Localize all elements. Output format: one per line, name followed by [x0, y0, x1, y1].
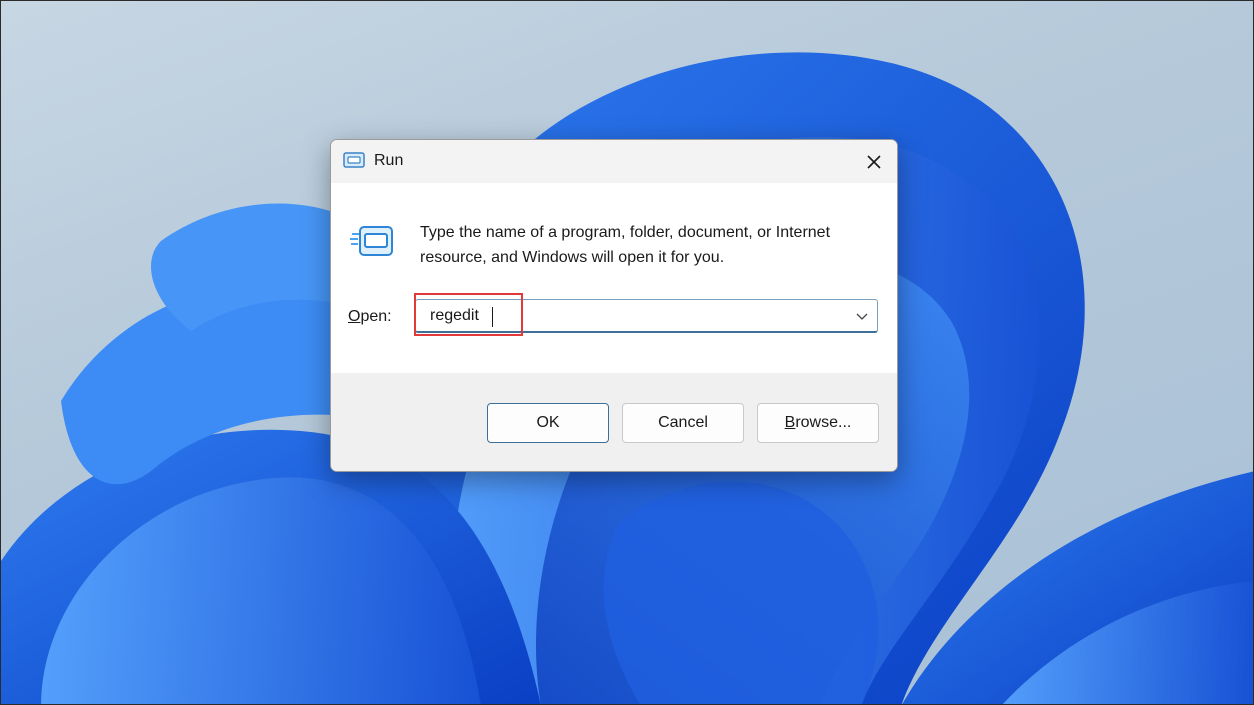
open-combobox[interactable]: [415, 299, 878, 333]
button-bar: OK Cancel Browse...: [331, 373, 897, 471]
cancel-button[interactable]: Cancel: [622, 403, 744, 443]
open-label-mnemonic: O: [348, 308, 361, 325]
run-description: Type the name of a program, folder, docu…: [420, 224, 831, 266]
desktop: Run Type the name of a program, folder, …: [0, 0, 1254, 705]
run-icon: [343, 152, 365, 168]
close-button[interactable]: [851, 140, 897, 183]
open-input[interactable]: [430, 305, 830, 327]
chevron-down-icon[interactable]: [855, 310, 869, 322]
browse-button[interactable]: Browse...: [757, 403, 879, 443]
title-bar[interactable]: Run: [331, 140, 897, 183]
open-label: Open:: [348, 308, 392, 326]
dialog-title: Run: [374, 152, 404, 169]
close-icon: [867, 154, 881, 169]
text-cursor: [492, 307, 493, 327]
run-dialog: Run Type the name of a program, folder, …: [330, 139, 898, 472]
open-label-text: pen:: [360, 308, 392, 325]
browse-label: rowse...: [795, 414, 852, 431]
run-program-icon: [350, 226, 393, 256]
ok-button[interactable]: OK: [487, 403, 609, 443]
browse-mnemonic: B: [784, 414, 796, 431]
